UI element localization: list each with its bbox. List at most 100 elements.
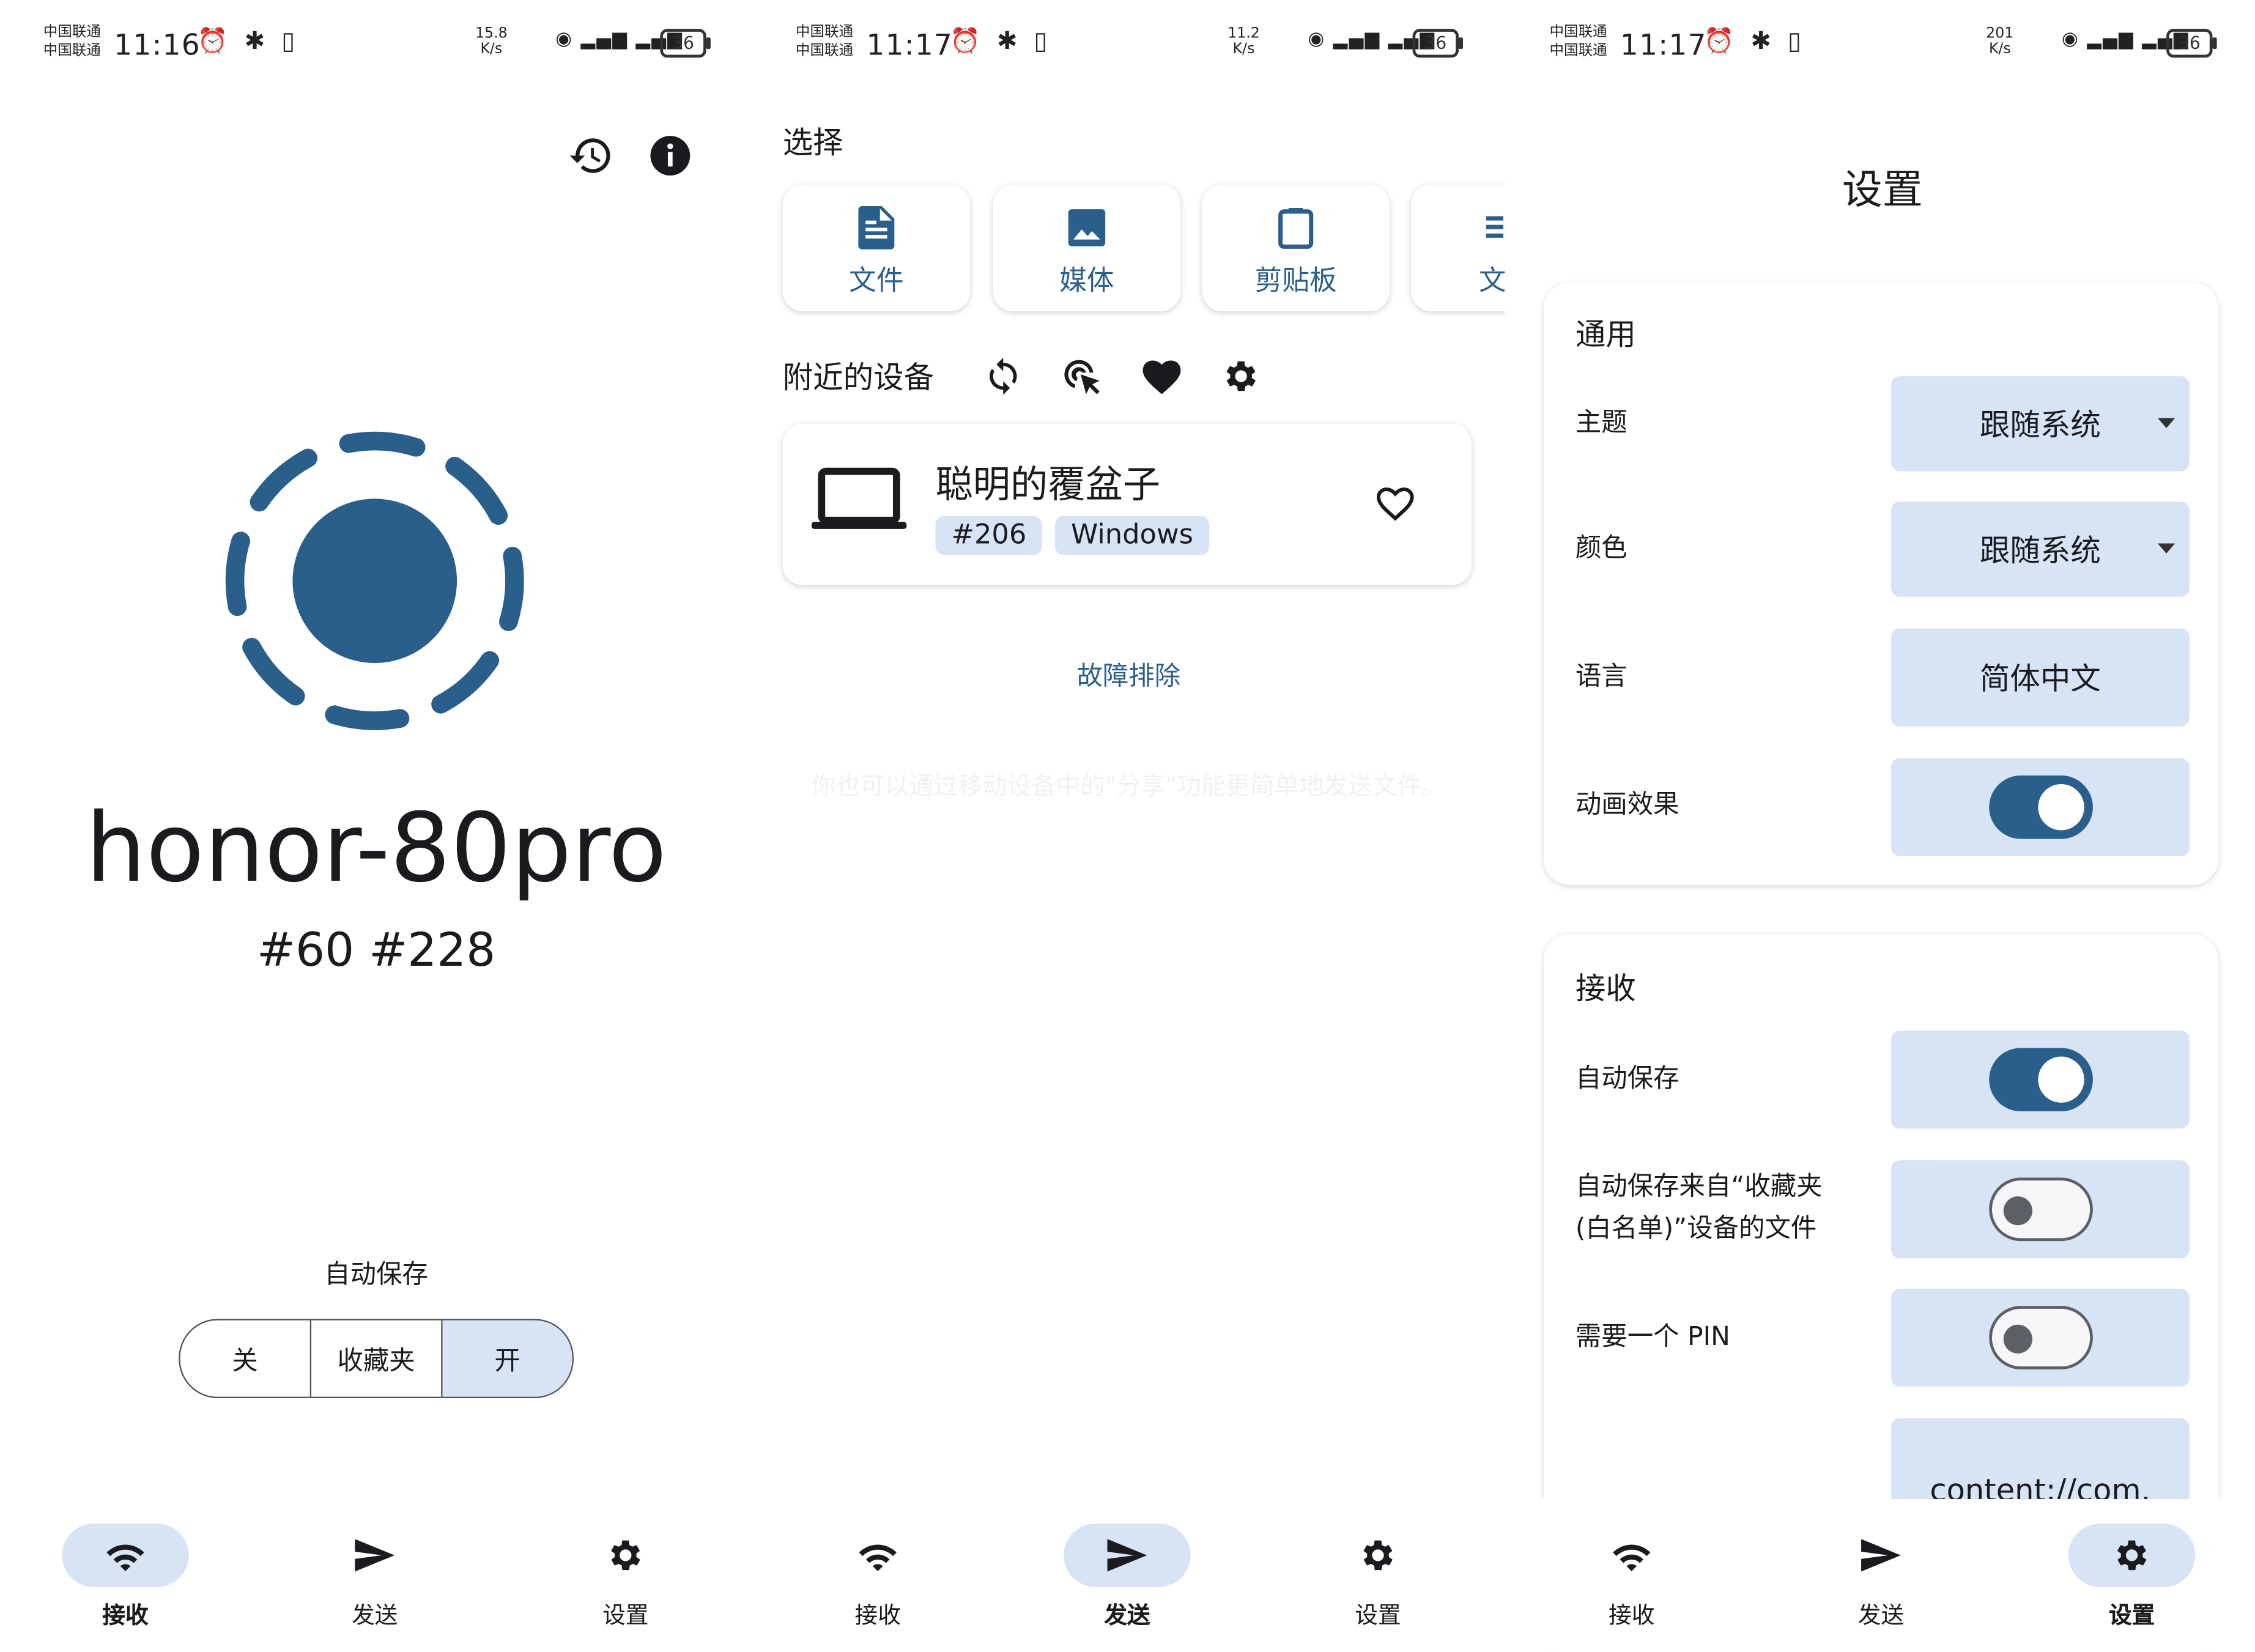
app-logo-icon [217, 423, 533, 739]
autosave-toggle-container [1890, 1031, 2190, 1129]
autosave-on-button[interactable]: 开 [442, 1320, 572, 1397]
wifi-icon [1568, 1524, 1695, 1587]
language-button[interactable]: 简体中文 [1890, 628, 2190, 727]
clipboard-icon [1202, 205, 1389, 251]
send-screen: 中国联通 中国联通 11:17 ⏰ ✱ ▯ 11.2 K/s ◉ ▂▄▆ ▂▄▆ 3… [752, 0, 1505, 1652]
device-name: honor-80pro [86, 793, 667, 904]
network-speed: 201 K/s [1986, 26, 2014, 58]
require-pin-toggle[interactable] [1988, 1306, 2092, 1369]
autosave-off-button[interactable]: 关 [180, 1320, 312, 1397]
settings-screen: 中国联通 中国联通 11:17 ⏰ ✱ ▯ 201 K/s ◉ ▂▄▆ ▂▄▆ 36… [1506, 0, 2255, 1652]
network-speed: 15.8 K/s [475, 26, 508, 58]
nav-receive[interactable]: 接收 [62, 1524, 189, 1630]
require-pin-toggle-container [1890, 1288, 2190, 1387]
image-icon [993, 205, 1180, 251]
caret-down-icon [2157, 418, 2175, 428]
favorite-filled-icon[interactable] [1139, 353, 1185, 399]
language-label: 语言 [1575, 661, 1627, 692]
laptop-icon [811, 467, 907, 539]
device-card-name: 聪明的覆盆子 [935, 464, 1161, 508]
carrier-label: 中国联通 中国联通 [1549, 24, 1607, 59]
select-file-card[interactable]: 文件 [782, 184, 971, 312]
send-icon [1064, 1524, 1191, 1587]
info-icon[interactable] [647, 133, 693, 179]
color-label: 颜色 [1575, 533, 1627, 564]
device-id-chip: #206 [935, 516, 1043, 555]
nav-settings-label: 设置 [1355, 1601, 1401, 1629]
battery-icon: 36 [1412, 29, 1464, 58]
select-text-card[interactable]: 文 [1411, 184, 1505, 312]
wifi-icon [815, 1524, 941, 1587]
select-clipboard-card[interactable]: 剪贴板 [1202, 184, 1390, 312]
autosave-label: 自动保存 [324, 1259, 428, 1291]
send-icon [1818, 1524, 1944, 1587]
nav-settings[interactable]: 设置 [562, 1524, 689, 1630]
bottom-nav: 接收 发送 设置 [752, 1499, 1505, 1652]
theme-label: 主题 [1575, 407, 1627, 439]
nav-settings[interactable]: 设置 [1314, 1524, 1441, 1630]
animation-toggle[interactable] [1988, 775, 2092, 839]
autosave-favorites-toggle[interactable] [1988, 1177, 2092, 1242]
nav-send-label: 发送 [351, 1601, 398, 1629]
general-settings-card: 通用 主题 跟随系统 颜色 跟随系统 语言 简体中文 动画效果 [1544, 282, 2218, 886]
gear-icon [2068, 1524, 2196, 1587]
receive-screen: 中国联通 中国联通 11:16 ⏰ ✱ ▯ 15.8 K/s ◉ ▂▄▆ ▂▄▆ 3… [0, 0, 753, 1652]
animation-toggle-container [1890, 758, 2190, 856]
nav-receive[interactable]: 接收 [1568, 1524, 1695, 1630]
nav-receive[interactable]: 接收 [815, 1524, 941, 1630]
gear-icon [562, 1524, 689, 1587]
nav-send-label: 发送 [1104, 1601, 1150, 1629]
send-icon [311, 1524, 438, 1587]
carrier-label: 中国联通 中国联通 [43, 24, 101, 59]
status-time: 11:17 [1620, 27, 1707, 62]
file-icon [783, 205, 970, 251]
battery-icon: 36 [660, 29, 711, 58]
troubleshoot-button[interactable]: 故障排除 [752, 656, 1505, 693]
autosave-segmented-control: 关 收藏夹 开 [179, 1319, 574, 1398]
nav-receive-label: 接收 [1609, 1601, 1655, 1629]
network-speed: 11.2 K/s [1227, 26, 1260, 58]
select-media-card[interactable]: 媒体 [993, 184, 1181, 312]
status-bar: 中国联通 中国联通 11:17 ⏰ ✱ ▯ 201 K/s ◉ ▂▄▆ ▂▄▆ 36 [1506, 0, 2255, 86]
battery-icon: 36 [2166, 29, 2217, 58]
gear-icon [1314, 1524, 1441, 1587]
status-time: 11:17 [866, 27, 953, 62]
receive-section-title: 接收 [1575, 971, 1636, 1006]
nearby-device-card[interactable]: 聪明的覆盆子 #206 Windows [782, 423, 1472, 585]
nearby-devices-title: 附近的设备 [782, 360, 935, 395]
scan-cursor-icon[interactable] [1059, 353, 1105, 399]
nav-send[interactable]: 发送 [1818, 1524, 1944, 1630]
nav-receive-label: 接收 [854, 1601, 901, 1629]
nav-settings-label: 设置 [2108, 1601, 2155, 1629]
wifi-icon [62, 1524, 189, 1587]
nav-send[interactable]: 发送 [1064, 1524, 1191, 1630]
color-dropdown[interactable]: 跟随系统 [1890, 502, 2190, 597]
status-icons: ⏰ ✱ ▯ [197, 27, 300, 56]
gear-icon[interactable] [1218, 353, 1264, 399]
theme-dropdown[interactable]: 跟随系统 [1890, 376, 2190, 472]
bottom-nav: 接收 发送 设置 [1506, 1498, 2255, 1652]
status-bar: 中国联通 中国联通 11:17 ⏰ ✱ ▯ 11.2 K/s ◉ ▂▄▆ ▂▄▆ 3… [752, 0, 1505, 86]
text-icon [1411, 205, 1505, 251]
status-bar: 中国联通 中国联通 11:16 ⏰ ✱ ▯ 15.8 K/s ◉ ▂▄▆ ▂▄▆ 3… [0, 0, 752, 86]
autosave-toggle[interactable] [1988, 1048, 2092, 1112]
status-icons: ⏰ ✱ ▯ [1703, 27, 1805, 56]
page-title: 设置 [1842, 166, 1923, 213]
require-pin-label: 需要一个 PIN [1575, 1322, 1730, 1352]
nav-settings[interactable]: 设置 [2068, 1524, 2196, 1630]
bottom-nav: 接收 发送 设置 [0, 1499, 752, 1652]
nav-send[interactable]: 发送 [311, 1524, 438, 1630]
caret-down-icon [2157, 543, 2175, 554]
share-hint-text: 你也可以通过移动设备中的"分享"功能更简单地发送文件。 [811, 772, 1446, 802]
refresh-icon[interactable] [980, 353, 1026, 399]
history-icon[interactable] [568, 133, 614, 179]
device-id: #60 #228 [256, 922, 496, 977]
carrier-label: 中国联通 中国联通 [795, 24, 854, 59]
animation-label: 动画效果 [1575, 790, 1679, 820]
autosave-favorites-label: 自动保存来自“收藏夹 (白名单)”设备的文件 [1575, 1171, 1823, 1244]
favorite-outline-icon[interactable] [1374, 483, 1417, 528]
autosave-favorites-toggle-container [1890, 1160, 2190, 1259]
autosave-favorites-button[interactable]: 收藏夹 [311, 1320, 443, 1397]
status-time: 11:16 [114, 27, 201, 62]
device-os-chip: Windows [1055, 516, 1209, 555]
